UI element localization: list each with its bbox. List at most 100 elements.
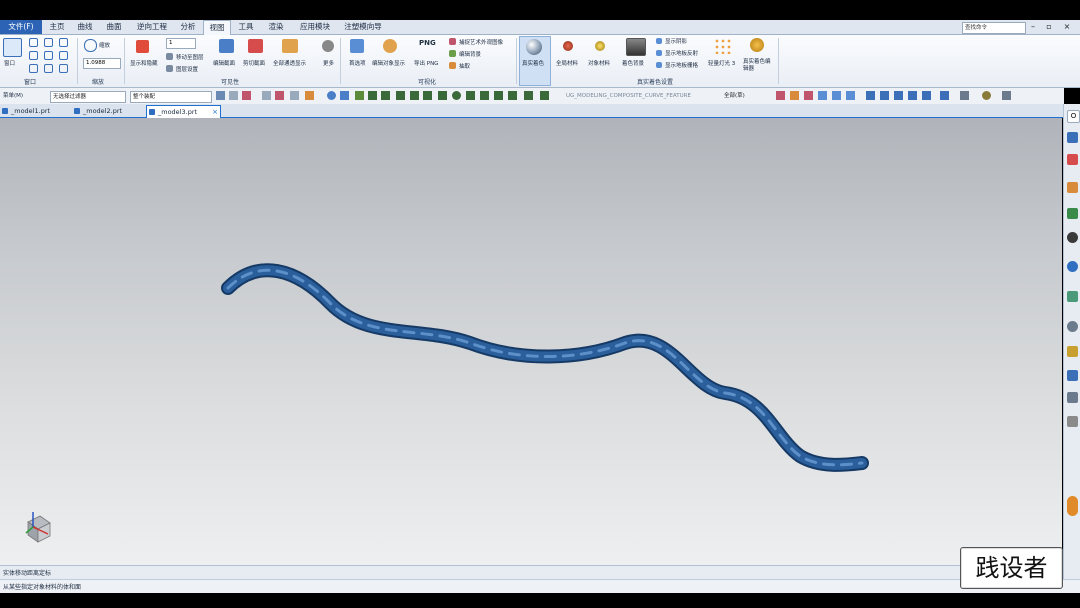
zoom-value-field[interactable]: 1.0988 (83, 58, 121, 69)
target-icon[interactable] (540, 91, 549, 100)
layout-tile-icon[interactable] (44, 64, 53, 73)
global-material-label[interactable]: 全局材料 (556, 59, 578, 67)
scope-dropdown[interactable]: 整个装配 (130, 91, 212, 103)
shading-background-icon[interactable] (626, 38, 646, 56)
edit-background-icon[interactable] (449, 50, 456, 57)
move-to-layer-label[interactable]: 移动至图层 (176, 53, 204, 61)
file-menu-tab[interactable]: 文件(F) (0, 20, 42, 34)
clock-icon[interactable] (1067, 321, 1078, 332)
type-filter-dropdown[interactable]: 无选择过滤器 (50, 91, 126, 103)
help-icon[interactable] (1067, 496, 1078, 516)
layout-col-icon[interactable] (44, 51, 53, 60)
edit-section-icon[interactable] (219, 39, 234, 53)
window-button-label[interactable]: 窗口 (4, 59, 15, 67)
system-scene-icon[interactable] (1067, 392, 1078, 403)
rectangle-select-icon[interactable] (305, 91, 314, 100)
tool-icon-1[interactable] (776, 91, 785, 100)
reuse-library-icon[interactable] (1067, 208, 1078, 219)
lighting-icon[interactable] (714, 38, 732, 54)
edit-background-label[interactable]: 编辑背景 (459, 50, 481, 58)
export-png-label[interactable]: 导出 PNG (414, 59, 438, 67)
clip-section-icon[interactable] (248, 39, 263, 53)
pan-icon[interactable] (908, 91, 917, 100)
history-icon[interactable] (1067, 291, 1078, 302)
layout-single-icon[interactable] (29, 38, 38, 47)
shading-editor-label[interactable]: 真实着色编辑器 (743, 59, 773, 73)
true-shading-icon[interactable] (526, 39, 542, 55)
show-floor-grid-label[interactable]: 显示地板栅格 (665, 61, 698, 69)
doc-tab-model3[interactable]: _model3.prt × (146, 105, 221, 118)
slash-icon[interactable] (494, 91, 503, 100)
layer-settings-label[interactable]: 图层设置 (176, 65, 198, 73)
plus-icon[interactable] (466, 91, 475, 100)
layout-four-icon[interactable] (59, 38, 68, 47)
view-filter-dropdown[interactable]: 全部(草) (722, 91, 770, 101)
restore-icon[interactable]: ▫ (1044, 21, 1054, 32)
render-icon[interactable] (922, 91, 931, 100)
crosshair-icon[interactable] (480, 91, 489, 100)
object-material-label[interactable]: 对象材料 (588, 59, 610, 67)
graphics-viewport[interactable] (0, 118, 1062, 565)
full-section-icon[interactable] (282, 39, 298, 53)
capture-image-label[interactable]: 捕捉艺术外观图像 (459, 38, 503, 46)
box-select-icon[interactable] (290, 91, 299, 100)
lighting-label[interactable]: 轻量灯光 3 (708, 59, 735, 67)
tab-mold-wizard[interactable]: 注塑模向导 (340, 20, 386, 34)
tool-icon-6[interactable] (846, 91, 855, 100)
more-label[interactable]: 更多 (323, 59, 334, 67)
pointer-icon[interactable] (262, 91, 271, 100)
sphere-icon[interactable] (327, 91, 336, 100)
zoom-label[interactable]: 缩放 (99, 41, 110, 49)
edit-object-display-label[interactable]: 编辑对象显示 (372, 59, 405, 67)
snap-icon[interactable] (216, 91, 225, 100)
intersect-icon[interactable] (508, 91, 517, 100)
doc-tab-model1[interactable]: _model1.prt (0, 105, 77, 117)
wave-icon[interactable] (423, 91, 432, 100)
web-browser-icon[interactable] (1067, 261, 1078, 272)
snap-point-icon[interactable] (355, 91, 364, 100)
tool-icon-5[interactable] (832, 91, 841, 100)
preferences-icon[interactable] (350, 39, 364, 53)
edit-section-label[interactable]: 编辑截面 (213, 59, 235, 67)
show-reflections-label[interactable]: 显示地板反射 (665, 49, 698, 57)
true-shading-label[interactable]: 真实着色 (522, 59, 544, 67)
palette-icon[interactable] (1067, 416, 1078, 427)
view-icon-2[interactable] (880, 91, 889, 100)
show-reflections-icon[interactable] (656, 50, 662, 56)
diamond-icon[interactable] (524, 91, 533, 100)
preferences-label[interactable]: 首选项 (349, 59, 366, 67)
tab-curve[interactable]: 曲线 (72, 20, 98, 34)
tab-application[interactable]: 应用模块 (294, 20, 336, 34)
diagonal-icon[interactable] (381, 91, 390, 100)
tab-surface[interactable]: 曲面 (101, 20, 127, 34)
tool-icon-2[interactable] (790, 91, 799, 100)
zoom-icon[interactable] (84, 39, 97, 52)
minimize-icon[interactable]: – (1028, 21, 1038, 32)
view-icon-1[interactable] (866, 91, 875, 100)
layout-row-icon[interactable] (29, 51, 38, 60)
tab-home[interactable]: 主页 (44, 20, 70, 34)
layout-grid-icon[interactable] (59, 51, 68, 60)
extract-label[interactable]: 抽取 (459, 62, 470, 70)
show-hide-label[interactable]: 显示和隐藏 (130, 59, 158, 67)
more-icon[interactable] (322, 40, 334, 52)
hd3d-tools-icon[interactable] (1067, 232, 1078, 243)
move-to-layer-icon[interactable] (166, 53, 173, 60)
png-icon[interactable]: PNG (419, 39, 436, 47)
select-icon[interactable] (229, 91, 238, 100)
spline-icon[interactable] (410, 91, 419, 100)
layer-dropdown[interactable]: 1 (166, 38, 196, 49)
tab-render[interactable]: 渲染 (263, 20, 289, 34)
show-shadows-label[interactable]: 显示阴影 (665, 37, 687, 45)
tab-view[interactable]: 视图 (203, 20, 231, 35)
rotate-icon[interactable] (894, 91, 903, 100)
circle-icon[interactable] (452, 91, 461, 100)
tool-icon-4[interactable] (818, 91, 827, 100)
material-icon[interactable] (982, 91, 991, 100)
assembly-navigator-icon[interactable] (1067, 132, 1078, 143)
tab-analysis[interactable]: 分析 (175, 20, 201, 34)
command-search-input[interactable]: 查找命令 (962, 22, 1026, 34)
lasso-icon[interactable] (275, 91, 284, 100)
roles-icon[interactable] (1067, 370, 1078, 381)
line-icon[interactable] (368, 91, 377, 100)
